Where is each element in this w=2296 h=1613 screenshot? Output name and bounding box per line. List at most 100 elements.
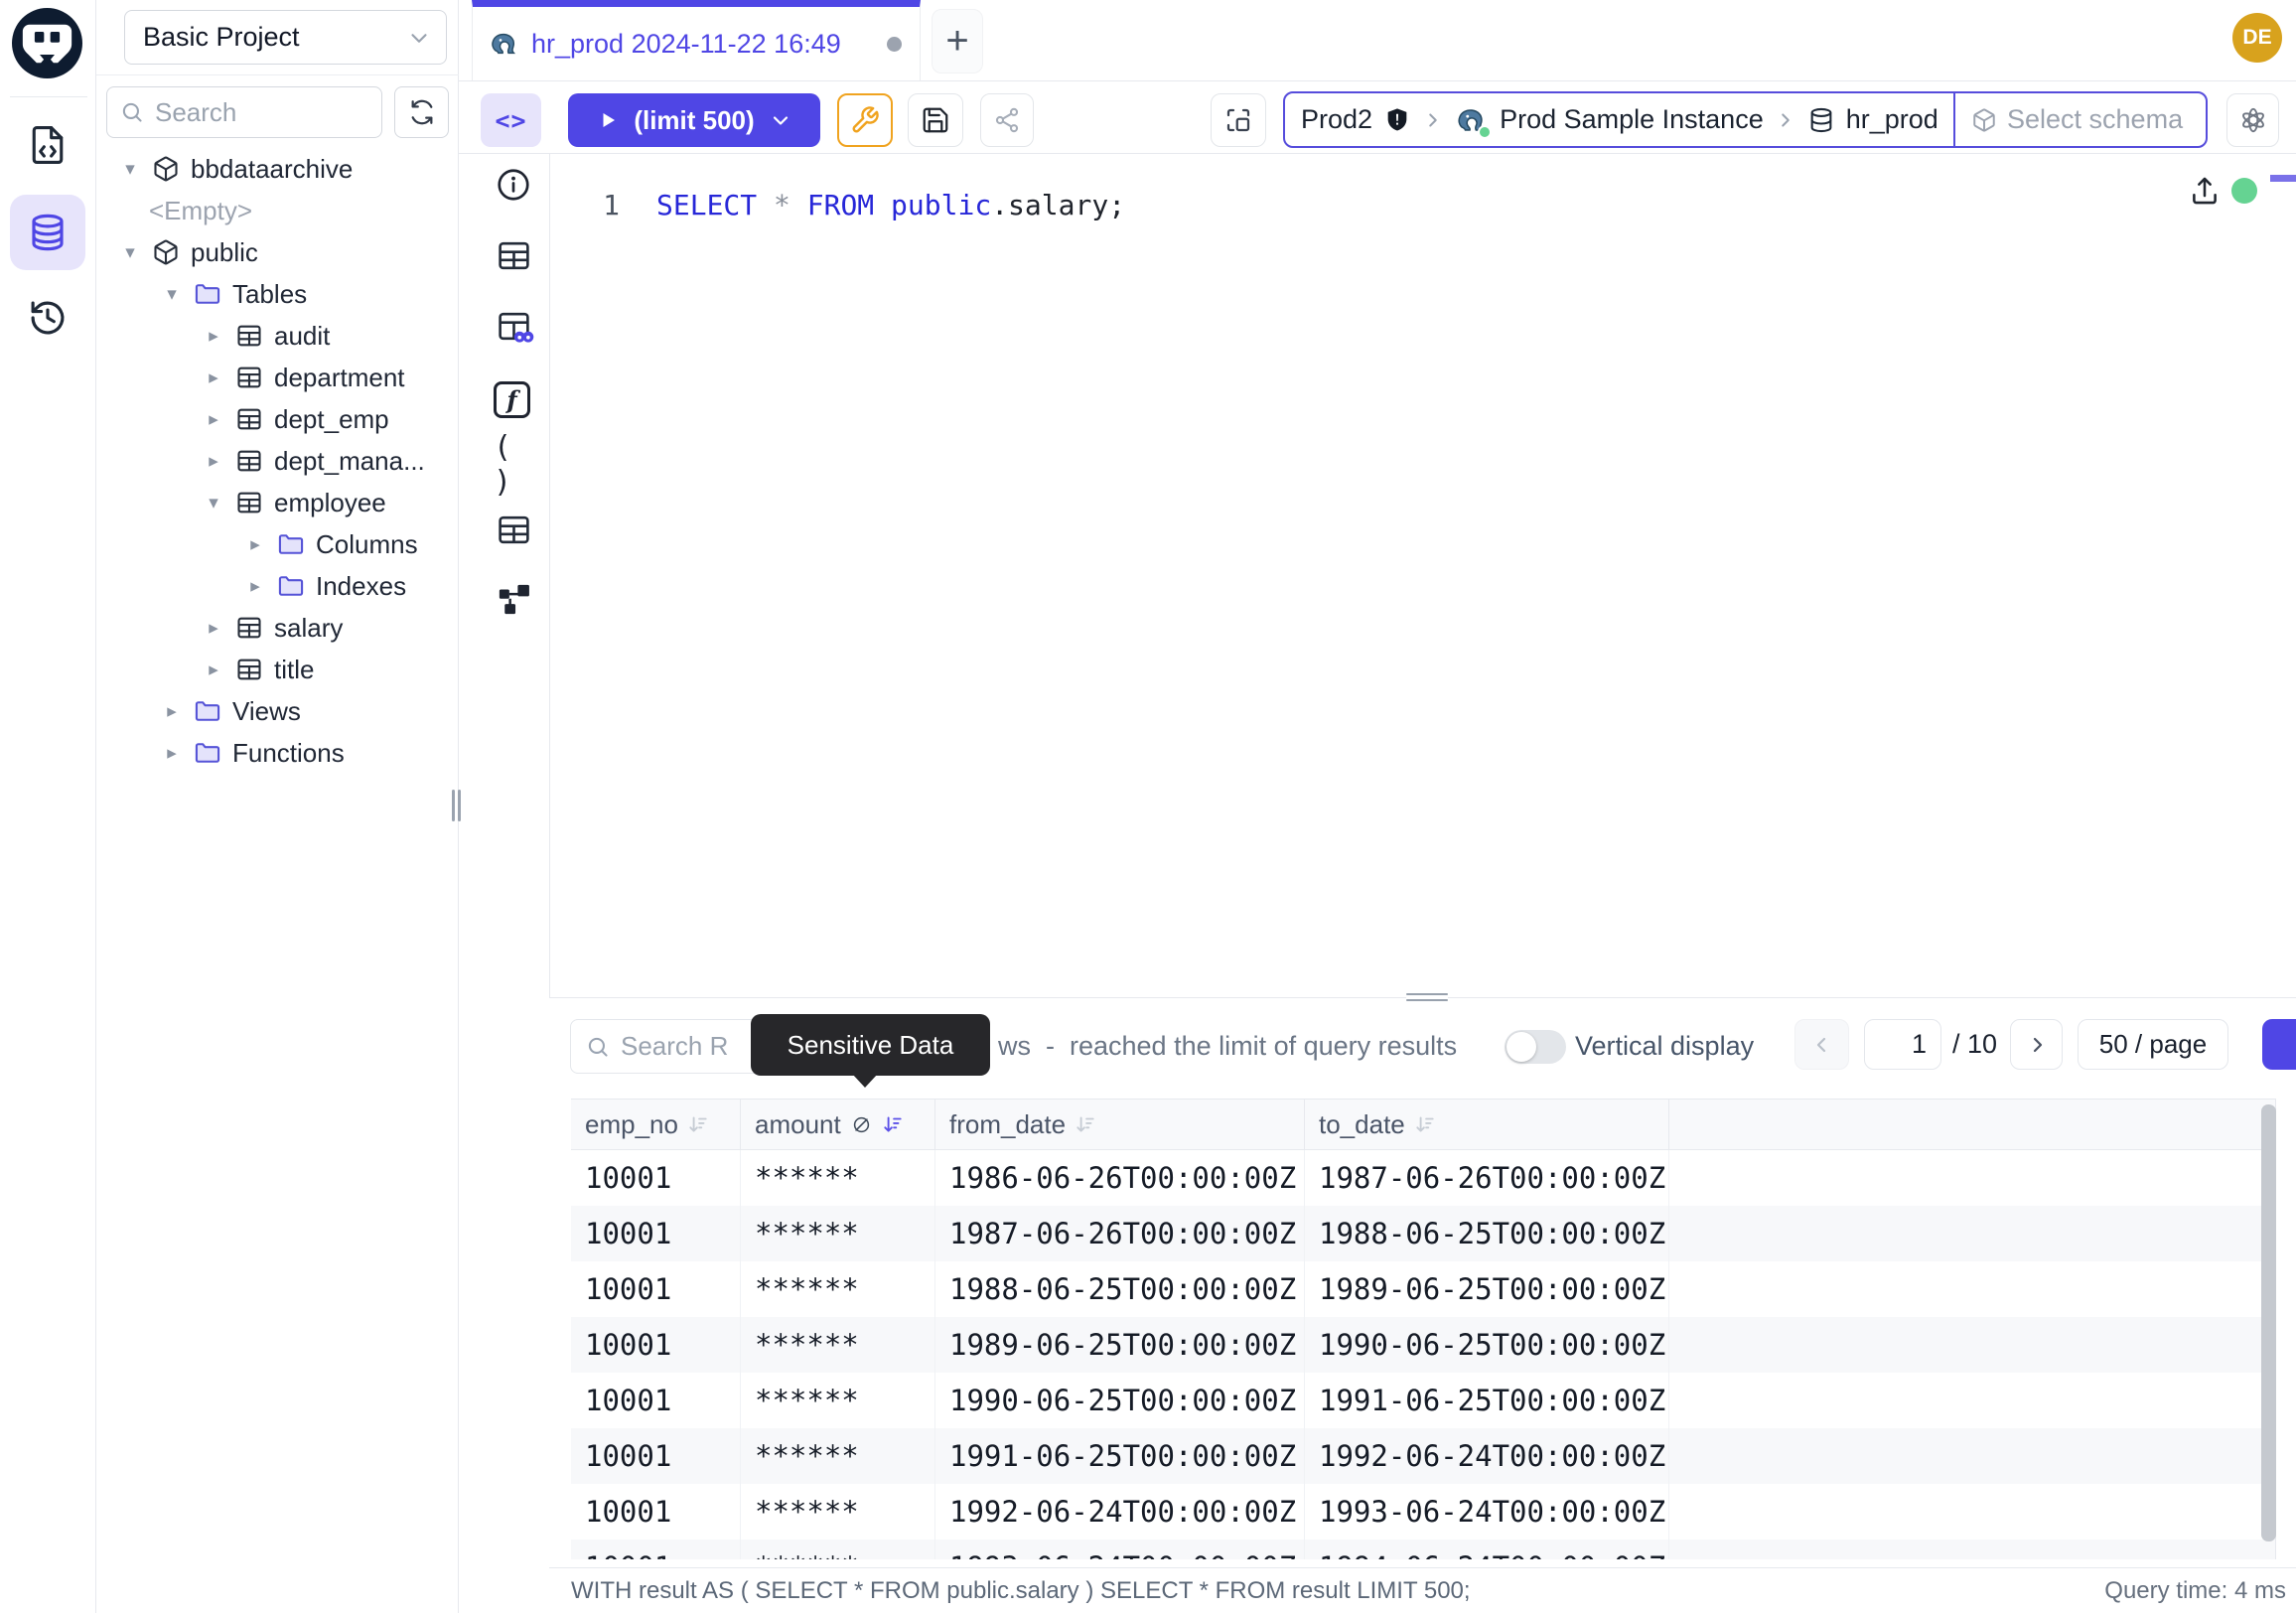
tree-item-public[interactable]: ▾public	[96, 231, 459, 273]
table-scr</div>ollbar[interactable]	[2261, 1104, 2276, 1541]
caret-right-icon[interactable]: ▸	[242, 575, 268, 598]
project-select[interactable]: Basic Project	[124, 10, 447, 65]
schema-select[interactable]: Select schema	[1955, 93, 2206, 146]
table-list-icon[interactable]	[494, 510, 533, 549]
table-cell[interactable]: 1989-06-25T00:00:00Z	[935, 1317, 1305, 1373]
caret-down-icon[interactable]: ▾	[117, 241, 143, 264]
caret-right-icon[interactable]: ▸	[201, 408, 226, 431]
sql-editor[interactable]: SELECT * FROM public.salary;	[656, 185, 1125, 226]
tree-item-department[interactable]: ▸department	[96, 357, 459, 398]
prev-page-button[interactable]	[1794, 1019, 1849, 1070]
tree-item-empty[interactable]: <Empty>	[96, 190, 459, 231]
table-cell[interactable]: 1991-06-25T00:00:00Z	[1305, 1373, 1669, 1428]
table-cell[interactable]: ******	[741, 1373, 935, 1428]
table-cell[interactable]: 10001	[571, 1317, 741, 1373]
table-cell[interactable]: 1994-06-24T00:00:00Z	[1305, 1540, 1669, 1559]
table-cell[interactable]: 10001	[571, 1373, 741, 1428]
column-header-from_date[interactable]: from_date	[935, 1100, 1305, 1149]
table-cell[interactable]: 10001	[571, 1484, 741, 1540]
sort-icon[interactable]	[1075, 1113, 1096, 1135]
column-header-emp_no[interactable]: emp_no	[571, 1100, 741, 1149]
caret-down-icon[interactable]: ▾	[159, 283, 185, 306]
batch-query-icon[interactable]	[1211, 93, 1266, 147]
sidebar-resize-handle[interactable]	[452, 790, 464, 821]
page-number-input[interactable]	[1864, 1019, 1941, 1070]
tab-hr-prod[interactable]: hr_prod 2024-11-22 16:49	[472, 0, 921, 80]
code-panel-button[interactable]: <>	[481, 93, 541, 147]
tree-item-tables[interactable]: ▾Tables	[96, 273, 459, 315]
save-icon[interactable]	[908, 93, 963, 147]
bytebase-logo-icon[interactable]	[12, 8, 82, 78]
databases-icon[interactable]	[10, 195, 85, 270]
tree-item-functions[interactable]: ▸Functions	[96, 732, 459, 774]
table-cell[interactable]: 1990-06-25T00:00:00Z	[935, 1373, 1305, 1428]
sort-icon[interactable]	[882, 1113, 904, 1135]
table-cell[interactable]: 1993-06-24T00:00:00Z	[935, 1540, 1305, 1559]
ai-assistant-icon[interactable]	[2226, 93, 2279, 147]
tree-item-indexes[interactable]: ▸Indexes	[96, 565, 459, 607]
table-cell[interactable]: 1986-06-26T00:00:00Z	[935, 1150, 1305, 1206]
tree-item-title[interactable]: ▸title	[96, 649, 459, 690]
table-cell[interactable]: ******	[741, 1261, 935, 1317]
table-cell[interactable]: 1987-06-26T00:00:00Z	[1305, 1150, 1669, 1206]
table-cell[interactable]: 1990-06-25T00:00:00Z	[1305, 1317, 1669, 1373]
column-header-amount[interactable]: amount	[741, 1100, 935, 1149]
table-cell[interactable]: 10001	[571, 1261, 741, 1317]
avatar[interactable]: DE	[2232, 13, 2282, 63]
sidebar-search[interactable]	[106, 86, 382, 138]
caret-right-icon[interactable]: ▸	[201, 325, 226, 348]
table-cell[interactable]: 1989-06-25T00:00:00Z	[1305, 1261, 1669, 1317]
explain-query-icon[interactable]	[494, 306, 533, 346]
caret-right-icon[interactable]: ▸	[201, 367, 226, 389]
tree-item-columns[interactable]: ▸Columns	[96, 523, 459, 565]
tree-item-audit[interactable]: ▸audit	[96, 315, 459, 357]
refresh-icon[interactable]	[394, 86, 449, 138]
sort-icon[interactable]	[687, 1113, 709, 1135]
run-query-button[interactable]: (limit 500)	[568, 93, 820, 147]
export-button[interactable]	[2262, 1019, 2296, 1070]
table-cell[interactable]: 10001	[571, 1428, 741, 1484]
caret-right-icon[interactable]: ▸	[201, 450, 226, 473]
column-header-to_date[interactable]: to_date	[1305, 1100, 1669, 1149]
chevron-down-icon[interactable]	[769, 108, 792, 132]
table-cell[interactable]: 1991-06-25T00:00:00Z	[935, 1428, 1305, 1484]
results-resize-handle[interactable]	[1406, 988, 1448, 1006]
page-size-select[interactable]: 50 / page	[2078, 1019, 2228, 1070]
table-cell[interactable]: 10001	[571, 1540, 741, 1559]
table-cell[interactable]: ******	[741, 1540, 935, 1559]
worksheets-icon[interactable]	[10, 112, 85, 178]
table-cell[interactable]: 1993-06-24T00:00:00Z	[1305, 1484, 1669, 1540]
info-icon[interactable]	[494, 165, 533, 205]
caret-right-icon[interactable]: ▸	[201, 617, 226, 640]
new-tab-button[interactable]: +	[932, 9, 983, 73]
tree-item-salary[interactable]: ▸salary	[96, 607, 459, 649]
tree-item-bbdataarchive[interactable]: ▾bbdataarchive	[96, 148, 459, 190]
caret-down-icon[interactable]: ▾	[117, 158, 143, 181]
table-cell[interactable]: ******	[741, 1428, 935, 1484]
connection-select[interactable]: Prod2 Prod Sample Instance hr_prod	[1285, 93, 1953, 146]
vertical-display-toggle[interactable]	[1505, 1030, 1566, 1064]
history-icon[interactable]	[10, 285, 85, 351]
function-icon[interactable]: f	[494, 381, 530, 418]
table-cell[interactable]: 1992-06-24T00:00:00Z	[935, 1484, 1305, 1540]
parentheses-icon[interactable]: ( )	[494, 445, 533, 485]
share-icon[interactable]	[980, 93, 1034, 147]
tree-item-dept-emp[interactable]: ▸dept_emp	[96, 398, 459, 440]
table-cell[interactable]: ******	[741, 1150, 935, 1206]
caret-right-icon[interactable]: ▸	[159, 742, 185, 765]
table-cell[interactable]: 10001	[571, 1150, 741, 1206]
sidebar-search-input[interactable]	[155, 97, 334, 128]
caret-right-icon[interactable]: ▸	[159, 700, 185, 723]
caret-right-icon[interactable]: ▸	[242, 533, 268, 556]
table-cell[interactable]: ******	[741, 1206, 935, 1261]
table-panel-icon[interactable]	[494, 235, 533, 275]
table-cell[interactable]: 10001	[571, 1206, 741, 1261]
table-cell[interactable]: 1988-06-25T00:00:00Z	[1305, 1206, 1669, 1261]
table-cell[interactable]: 1987-06-26T00:00:00Z	[935, 1206, 1305, 1261]
table-cell[interactable]: 1992-06-24T00:00:00Z	[1305, 1428, 1669, 1484]
tree-item-dept-mana[interactable]: ▸dept_mana...	[96, 440, 459, 482]
tree-item-employee[interactable]: ▾employee	[96, 482, 459, 523]
table-cell[interactable]: ******	[741, 1317, 935, 1373]
schema-diagram-icon[interactable]	[494, 579, 533, 619]
tree-item-views[interactable]: ▸Views	[96, 690, 459, 732]
